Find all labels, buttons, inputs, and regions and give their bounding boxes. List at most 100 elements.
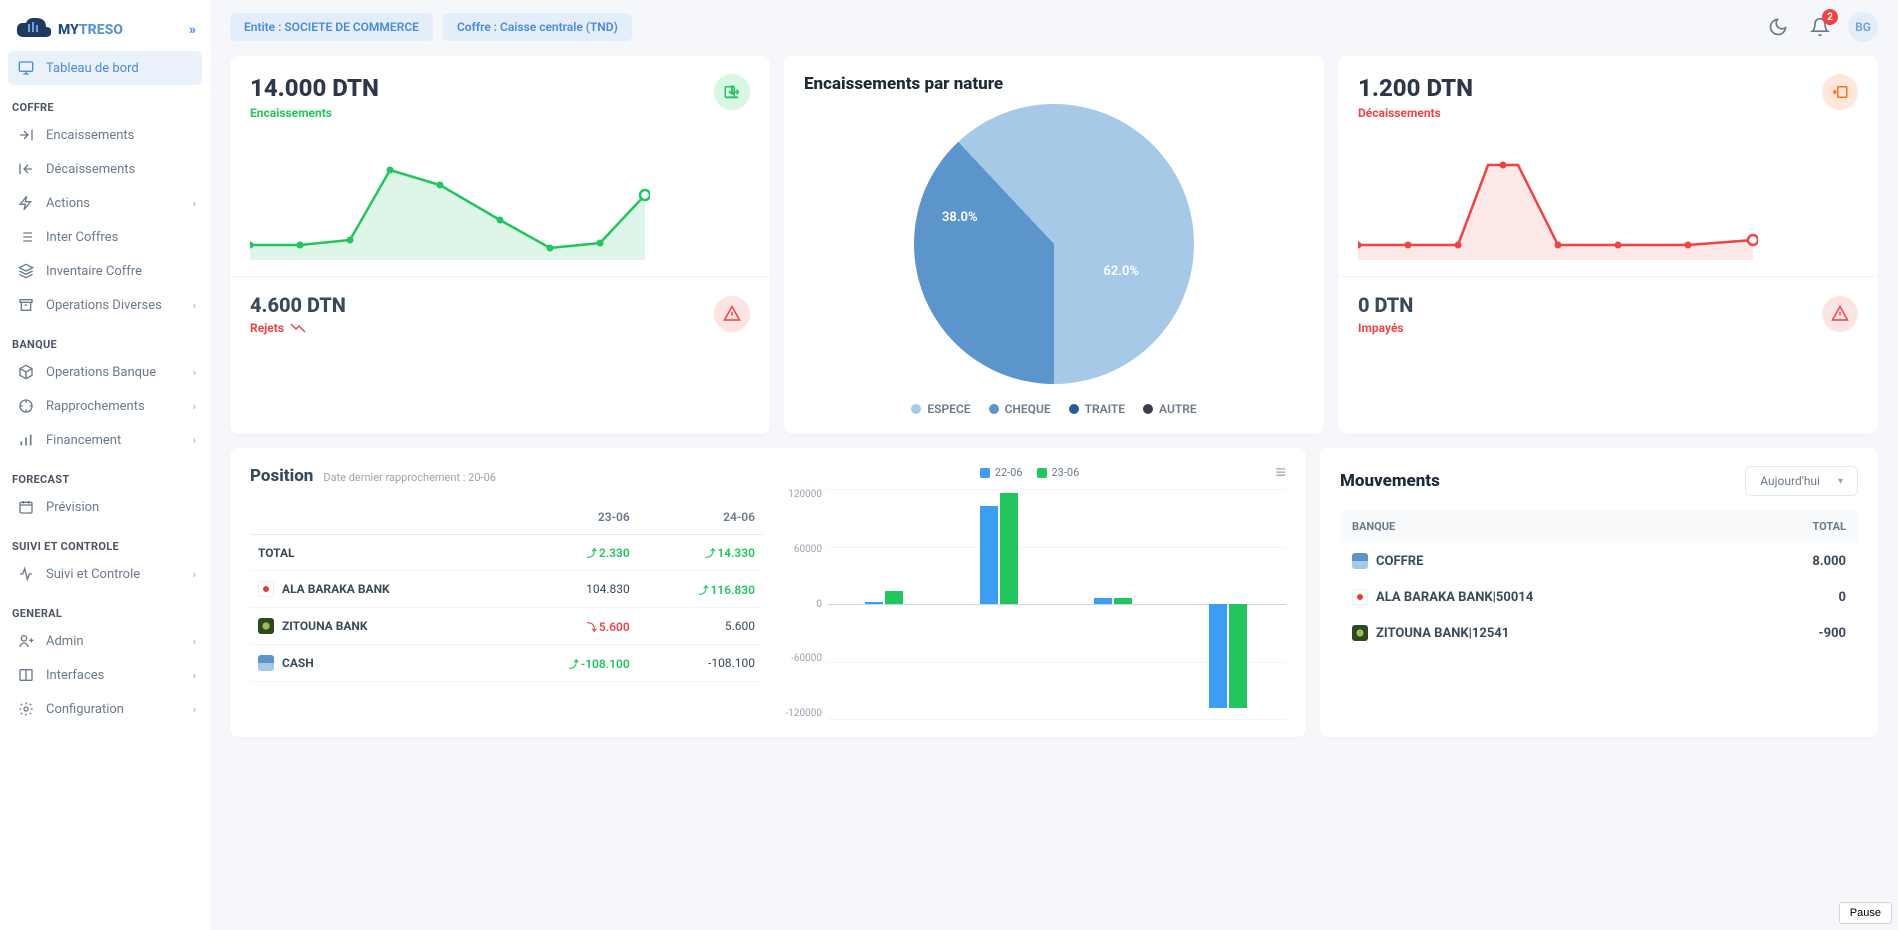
mouvement-row[interactable]: ALA BARAKA BANK|500140 (1340, 579, 1858, 615)
user-icon (18, 633, 34, 649)
bar-legend: 22-06 23-06 (773, 466, 1286, 479)
mouvement-row[interactable]: COFFRE8.000 (1340, 543, 1858, 579)
sidebar-item-admin[interactable]: Admin› (0, 624, 210, 658)
sidebar-item-decaissements[interactable]: Décaissements (0, 152, 210, 186)
sidebar-item-rapprochements[interactable]: Rapprochements› (0, 389, 210, 423)
chevron-right-icon: › (193, 635, 196, 648)
sidebar-item-label: Tableau de bord (46, 61, 139, 76)
layers-icon (18, 263, 34, 279)
gear-icon (18, 701, 34, 717)
coffre-tag[interactable]: Coffre : Caisse centrale (TND) (443, 13, 632, 41)
sidebar-item-op-banque[interactable]: Operations Banque › (0, 355, 210, 389)
logo-text-2: TRESO (79, 22, 123, 38)
chevron-right-icon: › (193, 568, 196, 581)
sidebar-item-dashboard[interactable]: Tableau de bord (8, 51, 202, 85)
logo: MYTRESO (14, 15, 123, 45)
arrow-in-icon (18, 127, 34, 143)
impayes-warning-icon[interactable] (1822, 296, 1858, 332)
avatar[interactable]: BG (1848, 12, 1878, 42)
chevron-right-icon: › (193, 434, 196, 447)
logo-text-1: MY (58, 22, 79, 38)
mouvement-row[interactable]: ZITOUNA BANK|12541-900 (1340, 615, 1858, 651)
sidebar-item-label: Prévision (46, 500, 99, 515)
main-content: Entite : SOCIETE DE COMMERCE Coffre : Ca… (210, 0, 1898, 930)
decaissements-action[interactable] (1822, 74, 1858, 110)
sidebar-item-interfaces[interactable]: Interfaces› (0, 658, 210, 692)
sidebar-item-prevision[interactable]: Prévision (0, 490, 210, 524)
position-title: Position (250, 466, 313, 486)
sidebar-item-label: Encaissements (46, 128, 134, 143)
sidebar-item-label: Suivi et Controle (46, 567, 140, 582)
arrow-out-icon (18, 161, 34, 177)
columns-icon (18, 667, 34, 683)
pie-legend: ESPECE CHEQUE TRAITE AUTRE (911, 402, 1196, 416)
position-subtitle: Date dernier rapprochement : 20-06 (323, 471, 496, 484)
sidebar-item-encaissements[interactable]: Encaissements (0, 118, 210, 152)
chevron-right-icon: › (193, 366, 196, 379)
table-row[interactable]: CASH-108.100-108.100 (250, 645, 763, 682)
list-icon (18, 229, 34, 245)
sidebar-toggle[interactable]: » (189, 22, 196, 38)
notifications-button[interactable]: 2 (1806, 13, 1834, 41)
section-label: BANQUE (0, 322, 210, 355)
chevron-right-icon: › (193, 299, 196, 312)
table-row[interactable]: TOTAL2.33014.330 (250, 535, 763, 571)
bar-group (980, 489, 1020, 719)
sidebar-item-inventaire[interactable]: Inventaire Coffre (0, 254, 210, 288)
theme-toggle[interactable] (1764, 13, 1792, 41)
sidebar-item-label: Inter Coffres (46, 230, 118, 245)
rejets-label: Rejets (250, 321, 346, 335)
entity-tag[interactable]: Entite : SOCIETE DE COMMERCE (230, 13, 433, 41)
pause-button[interactable]: Pause (1839, 902, 1892, 924)
bar-group (1094, 489, 1134, 719)
sidebar-item-financement[interactable]: Financement › (0, 423, 210, 457)
decaissements-sparkline (1358, 140, 1758, 260)
section-label: SUIVI ET CONTROLE (0, 524, 210, 557)
chevron-right-icon: › (193, 197, 196, 210)
mouvements-period-dropdown[interactable]: Aujourd'hui▾ (1745, 466, 1858, 496)
pie-chart: 38.0% 62.0% (914, 104, 1194, 384)
impayes-label: Impayés (1358, 321, 1413, 335)
cube-icon (18, 364, 34, 380)
section-label: FORECAST (0, 457, 210, 490)
encaissements-value: 14.000 DTN (250, 74, 379, 102)
pie-pct-espece: 62.0% (1103, 264, 1139, 279)
position-bar-chart: 120000600000-60000-120000 (773, 489, 1286, 719)
decaissements-card: 1.200 DTN Décaissements 0 DTN Impayés (1338, 56, 1878, 434)
bar-group (1209, 489, 1249, 719)
chevron-right-icon: › (193, 703, 196, 716)
sidebar-item-label: Actions (46, 196, 90, 211)
pulse-icon (18, 566, 34, 582)
position-card: Position Date dernier rapprochement : 20… (230, 448, 1306, 737)
sidebar-item-label: Décaissements (46, 162, 135, 177)
sidebar-item-label: Operations Banque (46, 365, 156, 380)
encaissements-action[interactable] (714, 74, 750, 110)
header: Entite : SOCIETE DE COMMERCE Coffre : Ca… (230, 12, 1878, 42)
pie-card: Encaissements par nature 38.0% 62.0% ESP… (784, 56, 1324, 434)
mouvements-title: Mouvements (1340, 471, 1440, 491)
mouvements-header-row: BANQUETOTAL (1340, 510, 1858, 543)
encaissements-label: Encaissements (250, 106, 379, 120)
archive-icon (18, 297, 34, 313)
chevron-right-icon: › (193, 669, 196, 682)
sidebar-item-config[interactable]: Configuration › (0, 692, 210, 726)
encaissements-card: 14.000 DTN Encaissements 4.600 DTN Rejet… (230, 56, 770, 434)
sidebar-item-op-diverses[interactable]: Operations Diverses› (0, 288, 210, 322)
rejets-warning-icon[interactable] (714, 296, 750, 332)
table-row[interactable]: ZITOUNA BANK5.6005.600 (250, 608, 763, 645)
mouvements-card: Mouvements Aujourd'hui▾ BANQUETOTAL COFF… (1320, 448, 1878, 737)
sidebar-item-label: Rapprochements (46, 399, 145, 414)
sidebar-item-actions[interactable]: Actions › (0, 186, 210, 220)
position-table: 23-06 24-06 TOTAL2.33014.330ALA BARAKA B… (250, 500, 763, 682)
sidebar-item-label: Configuration (46, 702, 124, 717)
encaissements-sparkline (250, 140, 650, 260)
bar-group (865, 489, 905, 719)
sidebar-item-suivi[interactable]: Suivi et Controle › (0, 557, 210, 591)
rejets-value: 4.600 DTN (250, 293, 346, 317)
table-row[interactable]: ALA BARAKA BANK104.830116.830 (250, 571, 763, 608)
sidebar-item-label: Financement (46, 433, 121, 448)
sidebar-item-inter-coffres[interactable]: Inter Coffres (0, 220, 210, 254)
section-label: COFFRE (0, 85, 210, 118)
chart-menu-icon[interactable]: ≡ (1275, 462, 1286, 483)
sidebar-item-label: Inventaire Coffre (46, 264, 142, 279)
